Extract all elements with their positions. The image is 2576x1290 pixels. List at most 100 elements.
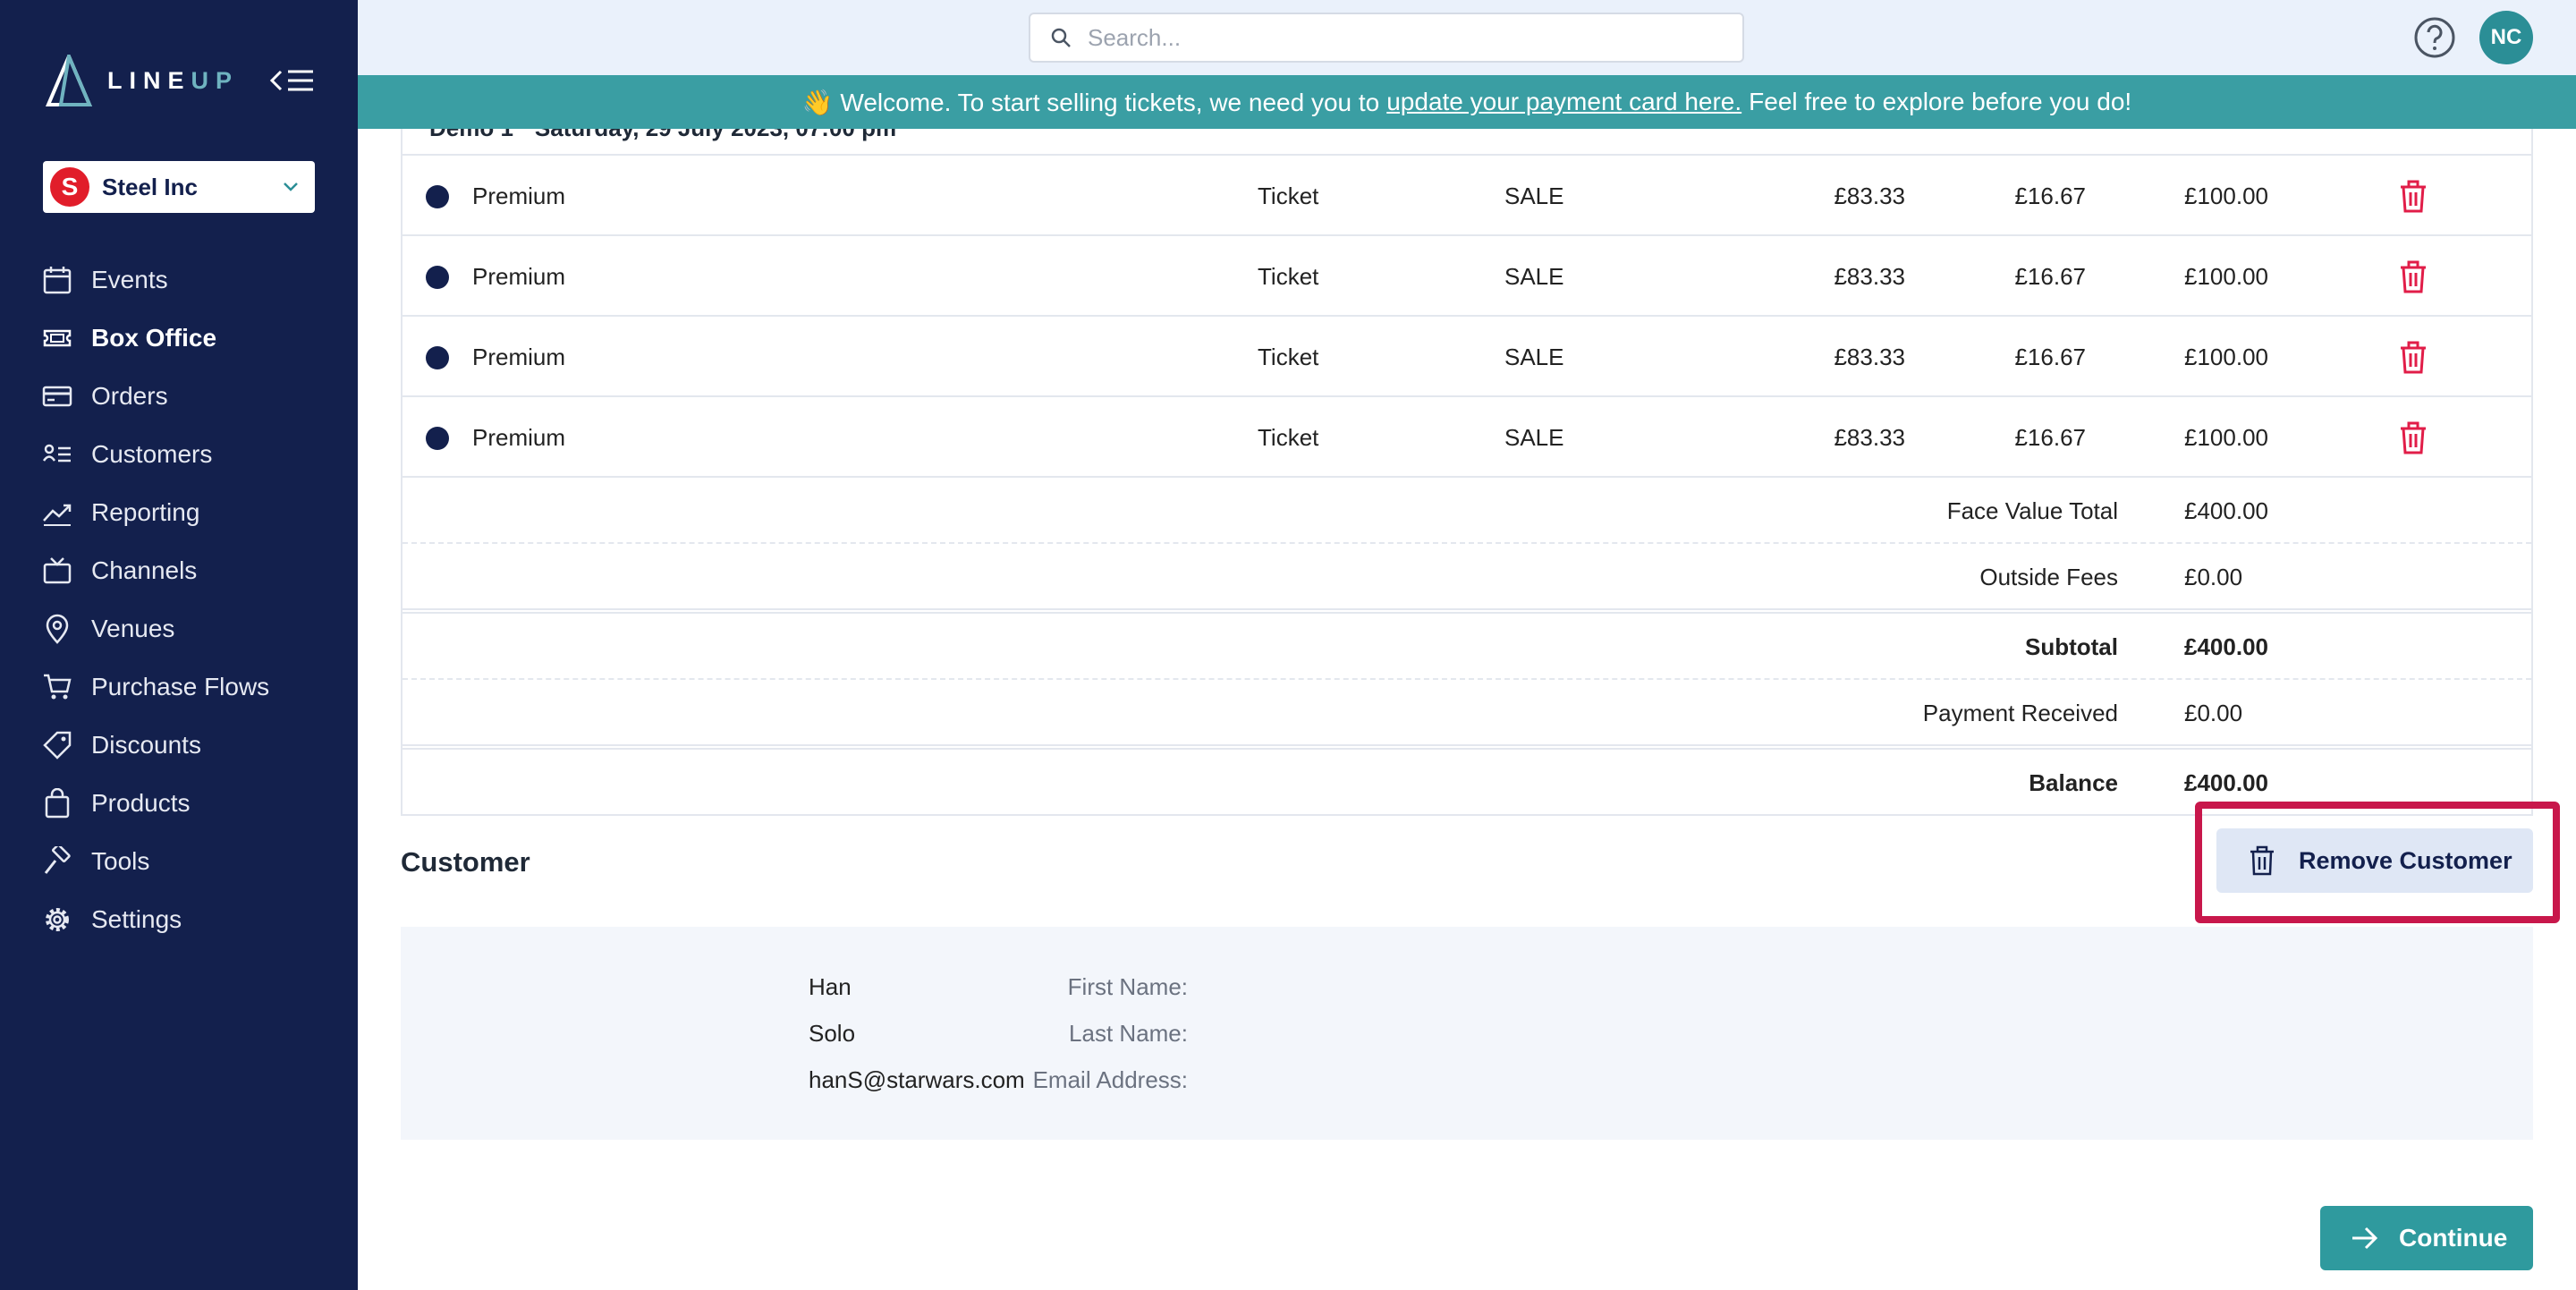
search-box[interactable] bbox=[1029, 13, 1744, 63]
sidebar-item-discounts[interactable]: Discounts bbox=[0, 716, 358, 774]
sidebar-nav: Events Box Office Orders Customers Repor… bbox=[0, 250, 358, 948]
item-price: £83.33 bbox=[1834, 344, 1905, 370]
face-value-total-value: £400.00 bbox=[2184, 497, 2268, 524]
ticket-name: Premium bbox=[472, 424, 566, 451]
collapse-sidebar-button[interactable] bbox=[268, 63, 318, 98]
lineup-logo-icon bbox=[45, 55, 93, 106]
first-name-value: Han bbox=[809, 973, 852, 1000]
organization-select[interactable]: S Steel Inc bbox=[43, 161, 315, 213]
item-fee: £16.67 bbox=[2014, 263, 2086, 290]
subtotal-label: Subtotal bbox=[2025, 633, 2118, 660]
user-avatar[interactable]: NC bbox=[2479, 11, 2533, 64]
sidebar-item-label: Customers bbox=[91, 439, 213, 468]
sidebar-item-label: Purchase Flows bbox=[91, 672, 270, 700]
delete-item-button[interactable] bbox=[2395, 340, 2431, 376]
tv-icon bbox=[41, 555, 73, 587]
trash-icon bbox=[2401, 260, 2426, 293]
trash-icon bbox=[2401, 421, 2426, 454]
event-group-header: Demo 1 Saturday, 29 July 2023, 07:00 pm bbox=[402, 129, 2531, 154]
item-kind: SALE bbox=[1504, 344, 1564, 370]
calendar-icon bbox=[41, 264, 73, 296]
logo-wordmark: LINEUP bbox=[107, 66, 240, 94]
trash-icon bbox=[2250, 845, 2274, 876]
item-total: £100.00 bbox=[2184, 424, 2268, 451]
search-input[interactable] bbox=[1088, 23, 1714, 52]
last-name-label: Last Name: bbox=[1069, 1020, 1188, 1047]
contacts-list-icon bbox=[41, 438, 73, 471]
update-payment-card-link[interactable]: update your payment card here. bbox=[1386, 88, 1741, 116]
customer-section-title: Customer bbox=[401, 846, 530, 878]
sidebar-item-label: Venues bbox=[91, 614, 175, 642]
sidebar-item-reporting[interactable]: Reporting bbox=[0, 483, 358, 541]
event-datetime: Saturday, 29 July 2023, 07:00 pm bbox=[535, 129, 896, 142]
sidebar-item-label: Reporting bbox=[91, 497, 200, 526]
ticket-color-dot bbox=[426, 185, 449, 208]
item-fee: £16.67 bbox=[2014, 182, 2086, 209]
item-price: £83.33 bbox=[1834, 424, 1905, 451]
chevron-down-icon bbox=[284, 182, 298, 191]
last-name-value: Solo bbox=[809, 1020, 856, 1047]
item-total: £100.00 bbox=[2184, 182, 2268, 209]
email-label: Email Address: bbox=[1032, 1066, 1188, 1093]
org-name: Steel Inc bbox=[102, 173, 198, 200]
sidebar-item-channels[interactable]: Channels bbox=[0, 541, 358, 599]
sidebar-item-venues[interactable]: Venues bbox=[0, 599, 358, 658]
item-total: £100.00 bbox=[2184, 263, 2268, 290]
sidebar-item-orders[interactable]: Orders bbox=[0, 367, 358, 425]
sidebar-item-purchase-flows[interactable]: Purchase Flows bbox=[0, 658, 358, 716]
sidebar: LINEUP S Steel Inc Events Box Office Ord… bbox=[0, 0, 358, 1290]
table-row: Premium Ticket SALE £83.33 £16.67 £100.0… bbox=[402, 395, 2531, 476]
face-value-total-label: Face Value Total bbox=[1946, 497, 2118, 524]
gear-icon bbox=[41, 904, 73, 936]
delete-item-button[interactable] bbox=[2395, 179, 2431, 215]
remove-customer-label: Remove Customer bbox=[2299, 846, 2512, 874]
continue-button[interactable]: Continue bbox=[2320, 1206, 2533, 1270]
balance-label: Balance bbox=[2029, 769, 2118, 796]
sidebar-item-customers[interactable]: Customers bbox=[0, 425, 358, 483]
sidebar-item-label: Settings bbox=[91, 904, 182, 933]
email-field: Email Address: hanS@starwars.com bbox=[401, 1066, 2533, 1102]
delete-item-button[interactable] bbox=[2395, 259, 2431, 295]
last-name-field: Last Name: Solo bbox=[401, 1020, 2533, 1056]
customer-details-panel: First Name: Han Last Name: Solo Email Ad… bbox=[401, 927, 2533, 1140]
item-type: Ticket bbox=[1258, 263, 1319, 290]
sidebar-item-box-office[interactable]: Box Office bbox=[0, 309, 358, 367]
table-row: Premium Ticket SALE £83.33 £16.67 £100.0… bbox=[402, 234, 2531, 315]
balance-value: £400.00 bbox=[2184, 769, 2268, 796]
continue-label: Continue bbox=[2399, 1224, 2508, 1252]
delete-item-button[interactable] bbox=[2395, 420, 2431, 456]
sidebar-item-label: Discounts bbox=[91, 730, 201, 759]
hammer-icon bbox=[41, 845, 73, 878]
org-badge-icon: S bbox=[50, 167, 89, 207]
sidebar-item-label: Orders bbox=[91, 381, 168, 410]
event-name: Demo 1 bbox=[429, 129, 513, 142]
sidebar-item-events[interactable]: Events bbox=[0, 250, 358, 309]
item-type: Ticket bbox=[1258, 182, 1319, 209]
sidebar-item-label: Products bbox=[91, 788, 191, 817]
remove-customer-button[interactable]: Remove Customer bbox=[2216, 828, 2533, 893]
sidebar-item-products[interactable]: Products bbox=[0, 774, 358, 832]
item-price: £83.33 bbox=[1834, 182, 1905, 209]
sidebar-item-tools[interactable]: Tools bbox=[0, 832, 358, 890]
item-kind: SALE bbox=[1504, 263, 1564, 290]
ticket-name: Premium bbox=[472, 182, 566, 209]
payment-received-value: £0.00 bbox=[2184, 700, 2243, 726]
sidebar-item-label: Tools bbox=[91, 846, 150, 875]
sidebar-item-label: Events bbox=[91, 265, 168, 293]
subtotal-row: Subtotal £400.00 bbox=[402, 608, 2531, 675]
item-total: £100.00 bbox=[2184, 344, 2268, 370]
help-circle-icon bbox=[2414, 17, 2455, 58]
item-kind: SALE bbox=[1504, 424, 1564, 451]
banner-text-suffix: Feel free to explore before you do! bbox=[1749, 88, 2132, 115]
trash-icon bbox=[2401, 341, 2426, 374]
item-type: Ticket bbox=[1258, 344, 1319, 370]
sidebar-item-settings[interactable]: Settings bbox=[0, 890, 358, 948]
search-icon bbox=[1051, 28, 1071, 47]
help-button[interactable] bbox=[2413, 16, 2456, 59]
email-value: hanS@starwars.com bbox=[809, 1066, 1025, 1093]
ticket-color-dot bbox=[426, 266, 449, 289]
ticket-color-dot bbox=[426, 346, 449, 369]
item-type: Ticket bbox=[1258, 424, 1319, 451]
outside-fees-row: Outside Fees £0.00 bbox=[402, 542, 2531, 608]
cart-table: Demo 1 Saturday, 29 July 2023, 07:00 pm … bbox=[401, 129, 2533, 816]
